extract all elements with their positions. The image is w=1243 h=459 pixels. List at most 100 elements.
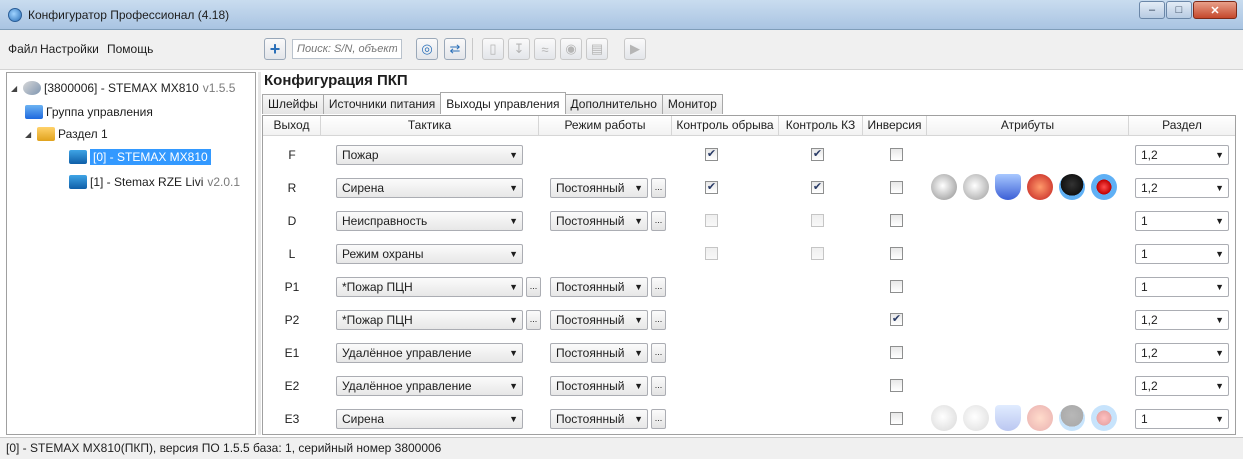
satellite-icon xyxy=(23,81,41,95)
mode-select[interactable]: Постоянный ▼ xyxy=(550,376,648,396)
table-row: D Неисправность ▼ Постоянный ▼... 1 ▼ xyxy=(263,204,1235,237)
section-select[interactable]: 1 ▼ xyxy=(1135,277,1229,297)
inversion-checkbox[interactable] xyxy=(890,181,903,194)
tactic-select[interactable]: Неисправность ▼ xyxy=(336,211,523,231)
tactic-select[interactable]: Сирена ▼ xyxy=(336,178,523,198)
speaker-right-icon[interactable] xyxy=(963,174,989,200)
section-select[interactable]: 1,2 ▼ xyxy=(1135,145,1229,165)
speaker-left-icon[interactable] xyxy=(931,174,957,200)
sim-icon[interactable]: ▯ xyxy=(482,38,504,60)
section-select[interactable]: 1 ▼ xyxy=(1135,244,1229,264)
shield-icon[interactable] xyxy=(995,174,1021,200)
section-select[interactable]: 1 ▼ xyxy=(1135,409,1229,429)
fire-icon[interactable] xyxy=(1027,405,1053,431)
wireless-icon[interactable]: ≈ xyxy=(534,38,556,60)
mode-select[interactable]: Постоянный ▼ xyxy=(550,277,648,297)
section-select[interactable]: 1,2 ▼ xyxy=(1135,178,1229,198)
break-control-checkbox[interactable] xyxy=(705,214,718,227)
tactic-select[interactable]: Пожар ▼ xyxy=(336,145,523,165)
intruder-icon[interactable] xyxy=(1059,174,1085,200)
section-select[interactable]: 1,2 ▼ xyxy=(1135,310,1229,330)
break-control-checkbox[interactable]: ✔ xyxy=(705,181,718,194)
inversion-checkbox[interactable]: ✔ xyxy=(890,313,903,326)
speaker-right-icon[interactable] xyxy=(963,405,989,431)
dropdown-arrow-icon: ▼ xyxy=(509,315,518,325)
short-control-checkbox[interactable] xyxy=(811,247,824,260)
tactic-select[interactable]: Удалённое управление ▼ xyxy=(336,343,523,363)
tree-item-device[interactable]: ◢ [3800006] - STEMAX MX810 v1.5.5 xyxy=(11,79,235,97)
dropdown-arrow-icon: ▼ xyxy=(634,216,643,226)
tab-monitor[interactable]: Монитор xyxy=(661,94,723,114)
collapse-icon[interactable]: ◢ xyxy=(25,130,35,139)
maximize-button[interactable]: □ xyxy=(1166,1,1192,19)
tactic-select[interactable]: *Пожар ПЦН ▼ xyxy=(336,310,523,330)
tactic-select[interactable]: Удалённое управление ▼ xyxy=(336,376,523,396)
mode-settings-button[interactable]: ... xyxy=(651,211,666,231)
tab-loops[interactable]: Шлейфы xyxy=(262,94,324,114)
tree-item-section[interactable]: ◢ Раздел 1 xyxy=(25,125,108,143)
mode-settings-button[interactable]: ... xyxy=(651,343,666,363)
fire-icon[interactable] xyxy=(1027,174,1053,200)
tree-item-device-1[interactable]: [1] - Stemax RZE Livi v2.0.1 xyxy=(69,173,240,191)
shield-icon[interactable] xyxy=(995,405,1021,431)
mode-select[interactable]: Постоянный ▼ xyxy=(550,310,648,330)
mode-settings-button[interactable]: ... xyxy=(651,178,666,198)
mode-select[interactable]: Постоянный ▼ xyxy=(550,409,648,429)
mode-select[interactable]: Постоянный ▼ xyxy=(550,178,648,198)
close-button[interactable]: ✕ xyxy=(1193,1,1237,19)
device-icon[interactable]: ▤ xyxy=(586,38,608,60)
tactic-select[interactable]: Режим охраны ▼ xyxy=(336,244,523,264)
short-control-checkbox[interactable]: ✔ xyxy=(811,148,824,161)
globe-icon[interactable]: ◉ xyxy=(560,38,582,60)
connect-icon[interactable]: ◎ xyxy=(416,38,438,60)
inversion-checkbox[interactable] xyxy=(890,346,903,359)
play-icon[interactable]: ▶ xyxy=(624,38,646,60)
output-label: L xyxy=(288,246,296,261)
tactic-settings-button[interactable]: ... xyxy=(526,277,541,297)
mode-settings-button[interactable]: ... xyxy=(651,310,666,330)
dropdown-arrow-icon: ▼ xyxy=(1215,381,1224,391)
search-input[interactable] xyxy=(292,39,402,59)
section-select[interactable]: 1,2 ▼ xyxy=(1135,376,1229,396)
usb-icon[interactable]: ⇄ xyxy=(444,38,466,60)
section-select[interactable]: 1,2 ▼ xyxy=(1135,343,1229,363)
tactic-select[interactable]: Сирена ▼ xyxy=(336,409,523,429)
inversion-checkbox[interactable] xyxy=(890,148,903,161)
add-icon[interactable]: + xyxy=(264,38,286,60)
tree-item-device-0[interactable]: [0] - STEMAX MX810 xyxy=(69,148,211,166)
mode-settings-button[interactable]: ... xyxy=(651,277,666,297)
inversion-checkbox[interactable] xyxy=(890,214,903,227)
mode-settings-button[interactable]: ... xyxy=(651,376,666,396)
tree-item-group[interactable]: Группа управления xyxy=(25,103,153,121)
tab-outputs[interactable]: Выходы управления xyxy=(440,92,566,114)
break-control-checkbox[interactable] xyxy=(705,247,718,260)
tactic-settings-button[interactable]: ... xyxy=(526,310,541,330)
inversion-checkbox[interactable] xyxy=(890,412,903,425)
usb-download-icon[interactable]: ↧ xyxy=(508,38,530,60)
inversion-checkbox[interactable] xyxy=(890,280,903,293)
disconnect-icon[interactable] xyxy=(1091,174,1117,200)
section-select[interactable]: 1 ▼ xyxy=(1135,211,1229,231)
menu-help[interactable]: Помощь xyxy=(107,42,153,56)
tactic-select[interactable]: *Пожар ПЦН ▼ xyxy=(336,277,523,297)
short-control-checkbox[interactable]: ✔ xyxy=(811,181,824,194)
inversion-checkbox[interactable] xyxy=(890,247,903,260)
mode-select[interactable]: Постоянный ▼ xyxy=(550,343,648,363)
collapse-icon[interactable]: ◢ xyxy=(11,84,21,93)
tab-power[interactable]: Источники питания xyxy=(322,94,442,114)
speaker-left-icon[interactable] xyxy=(931,405,957,431)
intruder-icon[interactable] xyxy=(1059,405,1085,431)
device-tree: ◢ [3800006] - STEMAX MX810 v1.5.5 Группа… xyxy=(6,72,256,435)
mode-select[interactable]: Постоянный ▼ xyxy=(550,211,648,231)
mode-settings-button[interactable]: ... xyxy=(651,409,666,429)
tab-additional[interactable]: Дополнительно xyxy=(564,94,663,114)
menu-file[interactable]: Файл xyxy=(8,42,38,56)
minimize-button[interactable]: – xyxy=(1139,1,1165,19)
short-control-checkbox[interactable] xyxy=(811,214,824,227)
output-label: D xyxy=(287,213,297,228)
splitter[interactable] xyxy=(258,72,261,435)
break-control-checkbox[interactable]: ✔ xyxy=(705,148,718,161)
menu-settings[interactable]: Настройки xyxy=(40,42,99,56)
disconnect-icon[interactable] xyxy=(1091,405,1117,431)
inversion-checkbox[interactable] xyxy=(890,379,903,392)
